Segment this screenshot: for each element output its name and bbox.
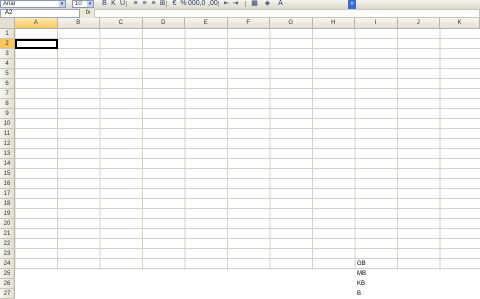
cell-i25[interactable]: MB — [357, 269, 366, 279]
row-header-26[interactable]: 26 — [0, 279, 15, 289]
row-header-5[interactable]: 5 — [0, 69, 15, 79]
toolbar-separator — [166, 1, 167, 7]
column-header-i[interactable]: I — [355, 18, 398, 29]
row-header-3[interactable]: 3 — [0, 49, 15, 59]
toolbar-separator — [126, 1, 127, 7]
font-color-button[interactable]: A — [276, 0, 285, 8]
cell-i24[interactable]: GB — [357, 259, 366, 269]
decrease-decimal-icon: ,00 — [208, 0, 218, 7]
increase-indent-icon: ⇥ — [232, 0, 239, 7]
toolbar-options-button[interactable]: » — [348, 0, 356, 9]
align-left-button[interactable]: ≡ — [131, 0, 140, 8]
row-header-22[interactable]: 22 — [0, 239, 15, 249]
name-box[interactable]: A2 — [0, 9, 80, 18]
row-header-12[interactable]: 12 — [0, 139, 15, 149]
column-header-d[interactable]: D — [142, 18, 185, 29]
align-center-button[interactable]: ≡ — [140, 0, 149, 8]
row-header-9[interactable]: 9 — [0, 109, 15, 119]
currency-button[interactable]: € — [170, 0, 179, 8]
column-header-b[interactable]: B — [57, 18, 100, 29]
increase-decimal-button[interactable]: ,0 — [198, 0, 207, 8]
row-header-18[interactable]: 18 — [0, 199, 15, 209]
row-header-16[interactable]: 16 — [0, 179, 15, 189]
align-left-icon: ≡ — [133, 0, 138, 7]
column-header-e[interactable]: E — [185, 18, 228, 29]
row-header-23[interactable]: 23 — [0, 249, 15, 259]
row-header-20[interactable]: 20 — [0, 219, 15, 229]
row-header-14[interactable]: 14 — [0, 159, 15, 169]
cell-i27[interactable]: B — [357, 289, 361, 299]
font-size-value: 10 — [75, 1, 82, 7]
merge-center-icon: ⊞ — [159, 0, 166, 7]
font-name-dropdown[interactable]: Arial ▾ — [0, 0, 66, 8]
align-right-button[interactable]: ≡ — [149, 0, 158, 8]
select-all-corner[interactable] — [0, 18, 15, 29]
row-header-19[interactable]: 19 — [0, 209, 15, 219]
row-header-13[interactable]: 13 — [0, 149, 15, 159]
column-header-g[interactable]: G — [270, 18, 313, 29]
align-right-icon: ≡ — [151, 0, 156, 7]
fx-label: fx — [85, 10, 91, 16]
percent-button[interactable]: % — [179, 0, 188, 8]
column-header-k[interactable]: K — [440, 18, 480, 29]
currency-icon: € — [172, 0, 177, 7]
row-header-1[interactable]: 1 — [0, 29, 15, 39]
row-header-10[interactable]: 10 — [0, 119, 15, 129]
decrease-indent-button[interactable]: ⇤ — [222, 0, 231, 8]
bold-icon: B — [102, 0, 107, 7]
increase-decimal-icon: ,0 — [199, 0, 206, 7]
row-header-15[interactable]: 15 — [0, 169, 15, 179]
borders-icon: ▦ — [251, 0, 258, 7]
row-header-4[interactable]: 4 — [0, 59, 15, 69]
align-center-icon: ≡ — [142, 0, 147, 7]
formula-input[interactable] — [94, 9, 480, 18]
fill-color-icon: ◈ — [264, 0, 271, 7]
column-header-h[interactable]: H — [312, 18, 355, 29]
cell-i26[interactable]: KB — [357, 279, 365, 289]
cell-grid[interactable] — [15, 29, 480, 270]
toolbar-options-glyph: » — [350, 1, 354, 7]
row-header-27[interactable]: 27 — [0, 289, 15, 299]
name-box-value: A2 — [5, 10, 13, 16]
row-header-7[interactable]: 7 — [0, 89, 15, 99]
column-header-a[interactable]: A — [15, 18, 58, 29]
column-header-c[interactable]: C — [100, 18, 143, 29]
fill-color-button[interactable]: ◈ — [263, 0, 272, 8]
chevron-down-icon[interactable]: ▾ — [59, 1, 65, 7]
row-header-6[interactable]: 6 — [0, 79, 15, 89]
row-header-25[interactable]: 25 — [0, 269, 15, 279]
bold-button[interactable]: B — [100, 0, 109, 8]
worksheet: ABCDEFGHIJK 1 2 3 4 5 6 7 8 9 10 11 12 13 14 15 16 17 18 1… — [0, 18, 480, 299]
toolbar-separator — [218, 1, 219, 7]
underline-icon: U — [119, 0, 126, 7]
row-header-11[interactable]: 11 — [0, 129, 15, 139]
column-header-j[interactable]: J — [397, 18, 440, 29]
row-header-17[interactable]: 17 — [0, 189, 15, 199]
decrease-decimal-button[interactable]: ,00 — [208, 0, 218, 8]
active-cell-cursor[interactable] — [15, 39, 58, 49]
chevron-down-icon[interactable]: ▾ — [87, 1, 93, 7]
borders-button[interactable]: ▦ — [250, 0, 259, 8]
row-header-24[interactable]: 24 — [0, 259, 15, 269]
thousands-button[interactable]: 000 — [188, 0, 200, 8]
font-name-value: Arial — [3, 1, 16, 7]
decrease-indent-icon: ⇤ — [223, 0, 230, 7]
italic-icon: K — [111, 0, 116, 7]
column-header-f[interactable]: F — [227, 18, 270, 29]
font-color-icon: A — [278, 0, 283, 7]
toolbar-separator — [245, 1, 246, 7]
font-size-dropdown[interactable]: 10 ▾ — [72, 0, 94, 8]
fx-icon[interactable]: fx — [84, 9, 92, 18]
row-header-2[interactable]: 2 — [0, 39, 15, 49]
increase-indent-button[interactable]: ⇥ — [231, 0, 240, 8]
percent-icon: % — [180, 0, 187, 7]
italic-button[interactable]: K — [109, 0, 118, 8]
row-header-21[interactable]: 21 — [0, 229, 15, 239]
row-header-8[interactable]: 8 — [0, 99, 15, 109]
